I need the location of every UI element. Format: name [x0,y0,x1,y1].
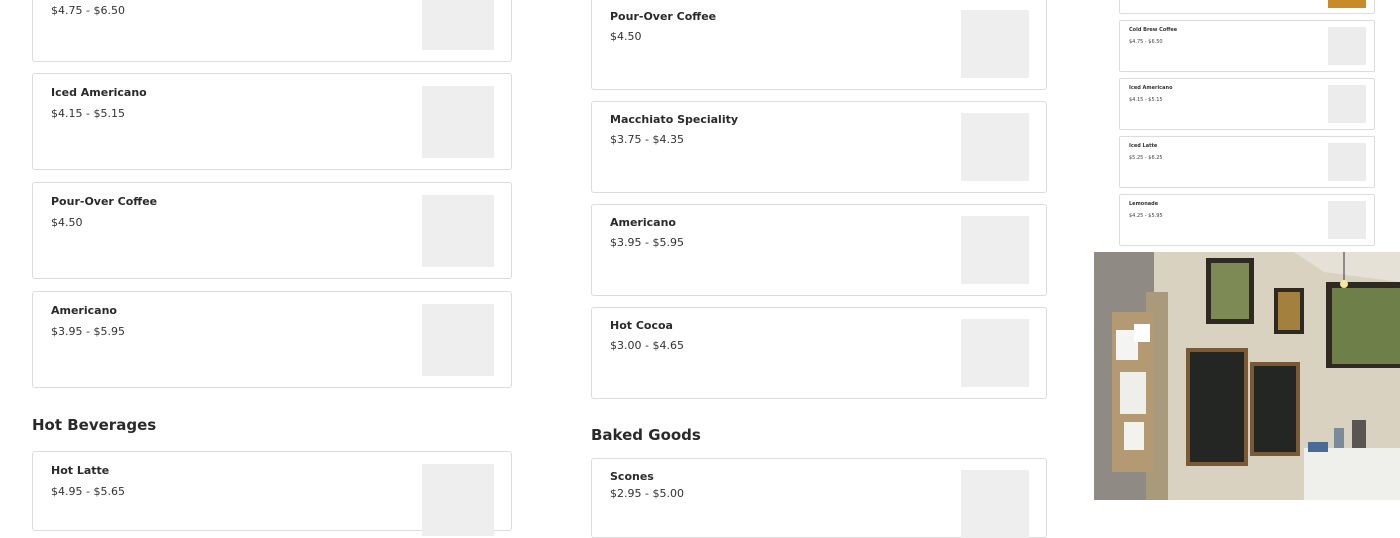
item-price: $4.15 - $5.15 [1129,97,1163,103]
item-photo-thumb [1328,0,1366,8]
item-price: $4.15 - $5.15 [51,107,125,120]
item-name: Cold Brew Coffee [1129,27,1178,33]
cafe-interior-illustration [1094,252,1400,500]
item-name: Iced Americano [51,86,147,99]
menu-item-card[interactable]: Iced Americano $4.15 - $5.15 [32,73,512,170]
mini-menu-card[interactable]: Lemonade $4.25 - $5.95 [1119,194,1375,246]
item-name: Scones [610,470,654,483]
item-image-placeholder [422,0,494,50]
item-image-placeholder [422,464,494,536]
item-price: $4.95 - $5.65 [51,485,125,498]
mini-menu-card[interactable]: Iced Latte $5.25 - $6.25 [1119,136,1375,188]
menu-item-card[interactable]: Hot Latte $4.95 - $5.65 [32,451,512,536]
item-price: $3.95 - $5.95 [610,236,684,249]
cafe-interior-photo [1094,252,1400,500]
item-name: Pour-Over Coffee [51,195,158,208]
item-image-placeholder [961,319,1029,387]
menu-item-card[interactable]: Scones $2.95 - $5.00 [591,458,1047,538]
item-image-placeholder [961,470,1029,538]
item-price: $4.50 [610,30,642,43]
item-image-placeholder [1328,27,1366,65]
menu-item-card[interactable]: Americano $3.95 - $5.95 [591,204,1047,296]
section-heading-baked-goods: Baked Goods [591,426,701,444]
item-image-placeholder [961,10,1029,78]
menu-item-card[interactable]: Americano $3.95 - $5.95 [32,291,512,388]
item-name: Macchiato Speciality [610,113,739,126]
menu-item-card[interactable]: Macchiato Speciality $3.75 - $4.35 [591,101,1047,193]
menu-item-card[interactable]: Pour-Over Coffee $4.50 [32,182,512,279]
item-image-placeholder [422,304,494,376]
item-name: Hot Cocoa [610,319,673,332]
mini-menu-card[interactable]: Cold Brew Coffee $4.75 - $6.50 [1119,20,1375,72]
menu-item-card-partial[interactable]: $4.75 - $6.50 [32,0,512,62]
item-image-placeholder [422,195,494,267]
item-name: Pour-Over Coffee [610,10,717,23]
item-name: Iced Americano [1129,85,1173,91]
item-price: $3.95 - $5.95 [51,325,125,338]
item-name: Hot Latte [51,464,110,477]
mini-card-partial[interactable] [1119,0,1375,14]
item-image-placeholder [422,86,494,158]
item-price: $3.00 - $4.65 [610,339,684,352]
item-image-placeholder [1328,85,1366,123]
item-name: Iced Latte [1129,143,1158,149]
item-price: $2.95 - $5.00 [610,487,684,500]
item-name: Lemonade [1129,201,1159,207]
item-price: $4.75 - $6.50 [1129,39,1163,45]
mini-menu-card[interactable]: Iced Americano $4.15 - $5.15 [1119,78,1375,130]
item-image-placeholder [961,216,1029,284]
item-image-placeholder [961,113,1029,181]
section-heading-hot-beverages: Hot Beverages [32,416,157,434]
item-price: $5.25 - $6.25 [1129,155,1163,161]
item-name: Americano [610,216,676,229]
item-price: $3.75 - $4.35 [610,133,684,146]
item-price: $4.25 - $5.95 [1129,213,1163,219]
menu-item-card[interactable]: Hot Cocoa $3.00 - $4.65 [591,307,1047,399]
item-price: $4.50 [51,216,83,229]
item-price: $4.75 - $6.50 [51,4,125,17]
menu-item-card[interactable]: Pour-Over Coffee $4.50 [591,0,1047,90]
item-name: Americano [51,304,117,317]
item-image-placeholder [1328,201,1366,239]
item-image-placeholder [1328,143,1366,181]
